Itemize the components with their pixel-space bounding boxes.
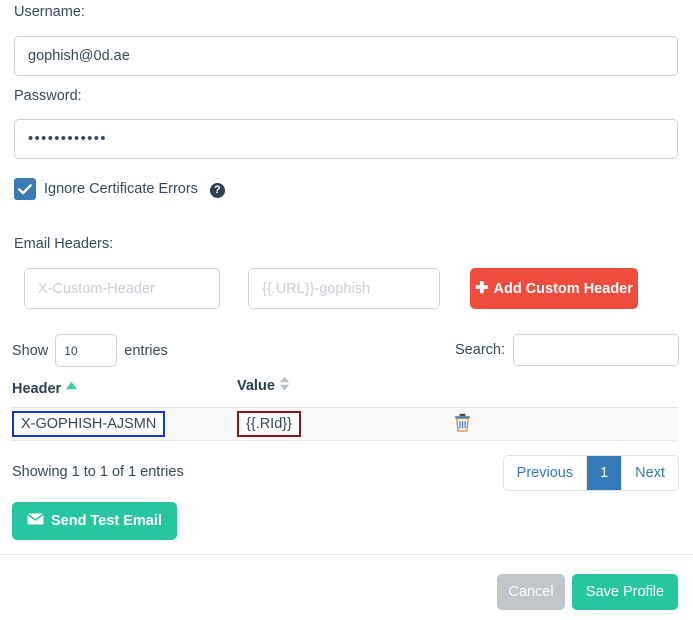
- table-head: Header Value: [12, 376, 678, 408]
- username-label: Username:: [14, 4, 85, 20]
- cell-header-value: {{.RId}}: [237, 407, 452, 441]
- sort-both-icon: [279, 376, 290, 395]
- column-value-label: Value: [237, 378, 275, 394]
- entries-length-select[interactable]: [55, 334, 118, 367]
- send-test-email-label: Send Test Email: [51, 513, 162, 529]
- header-value-value: {{.RId}}: [237, 410, 301, 438]
- custom-header-value-input[interactable]: [248, 268, 440, 309]
- ignore-certificate-errors-label: Ignore Certificate Errors: [44, 181, 198, 197]
- column-header-label: Header: [12, 381, 62, 397]
- pagination-next-button[interactable]: Next: [622, 456, 678, 490]
- question-circle-icon[interactable]: ?: [209, 182, 225, 198]
- save-profile-button[interactable]: Save Profile: [572, 574, 678, 610]
- table-body: X-GOPHISH-AJSMN {{.RId}}: [12, 407, 678, 441]
- trash-icon[interactable]: [454, 413, 471, 436]
- header-name-value: X-GOPHISH-AJSMN: [12, 410, 166, 438]
- envelope-icon: [27, 513, 44, 529]
- send-test-email-button[interactable]: Send Test Email: [12, 502, 177, 540]
- search-group: Search:: [455, 334, 679, 366]
- search-label: Search:: [455, 342, 505, 358]
- table-header-row: Header Value: [12, 376, 678, 408]
- add-custom-header-button[interactable]: ✚ Add Custom Header: [470, 268, 638, 309]
- table-row: X-GOPHISH-AJSMN {{.RId}}: [12, 407, 678, 441]
- cell-actions: [452, 407, 678, 441]
- show-label: Show: [12, 342, 49, 359]
- email-headers-table: Header Value X-GOPHISH-AJSMN {{.RId}}: [12, 376, 678, 441]
- smtp-profile-form: Username: Password: Ignore Certificate E…: [0, 0, 693, 620]
- password-input[interactable]: [14, 119, 678, 159]
- table-info: Showing 1 to 1 of 1 entries: [12, 464, 184, 480]
- show-entries-group: Show entries: [12, 334, 168, 367]
- pagination-page-1[interactable]: 1: [587, 456, 623, 490]
- email-headers-label: Email Headers:: [14, 236, 114, 252]
- add-custom-header-label: Add Custom Header: [493, 280, 633, 297]
- cancel-button[interactable]: Cancel: [497, 574, 565, 610]
- ignore-certificate-errors-checkbox[interactable]: [14, 178, 36, 200]
- column-header-actions: [452, 378, 678, 408]
- cell-header-name: X-GOPHISH-AJSMN: [12, 407, 237, 441]
- sort-ascending-icon: [65, 378, 78, 394]
- custom-header-key-input[interactable]: [24, 268, 220, 309]
- footer-divider: [0, 554, 693, 555]
- search-input[interactable]: [513, 334, 679, 366]
- password-label: Password:: [14, 88, 82, 104]
- ignore-certificate-errors-row[interactable]: Ignore Certificate Errors ?: [14, 178, 225, 200]
- entries-label: entries: [124, 342, 168, 359]
- pagination: Previous 1 Next: [502, 455, 679, 491]
- username-input[interactable]: [14, 36, 678, 76]
- pagination-previous-button[interactable]: Previous: [503, 456, 588, 490]
- column-header-value[interactable]: Value: [237, 376, 452, 408]
- column-header-header[interactable]: Header: [12, 378, 237, 408]
- plus-icon: ✚: [475, 279, 489, 297]
- check-icon: [18, 183, 32, 194]
